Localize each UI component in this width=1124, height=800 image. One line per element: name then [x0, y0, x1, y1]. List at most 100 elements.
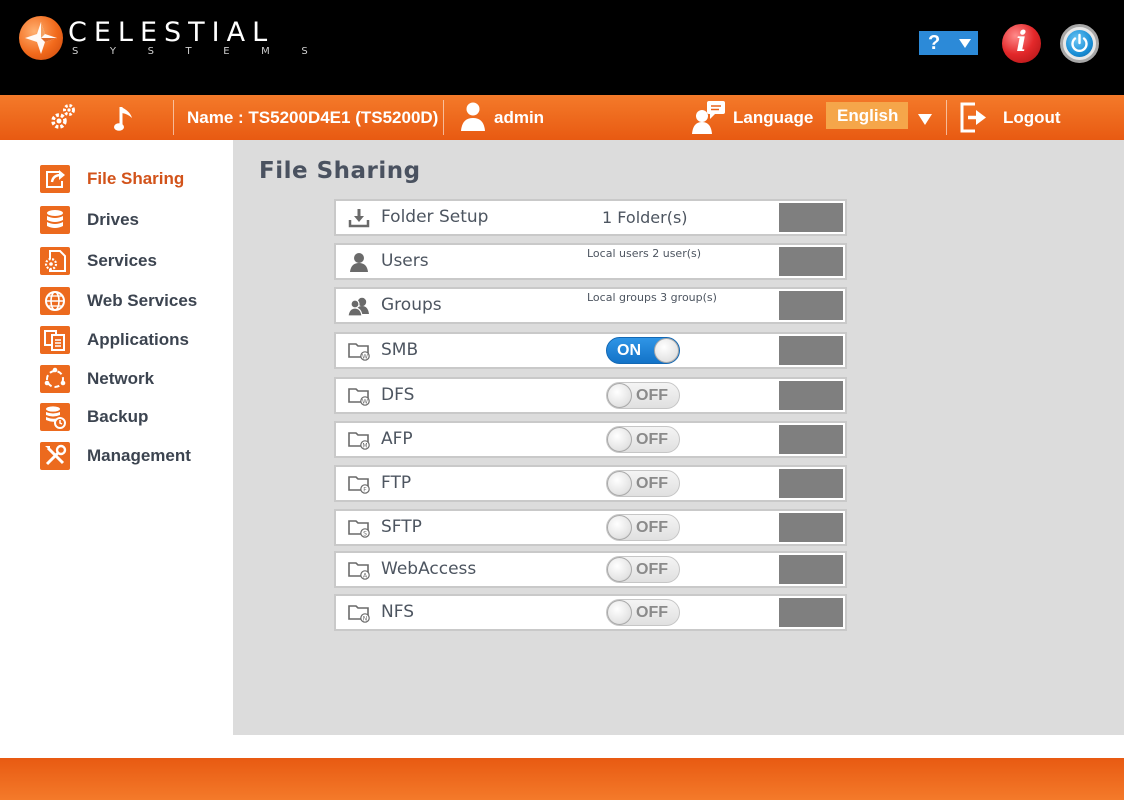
- toggle-knob: [654, 338, 679, 363]
- afp-toggle[interactable]: OFF: [606, 426, 680, 453]
- sftp-toggle[interactable]: OFF: [606, 514, 680, 541]
- folder-setup-button[interactable]: [779, 203, 843, 232]
- toggle-state: OFF: [636, 519, 668, 536]
- list-item: A WebAccess OFF: [334, 551, 847, 588]
- main-toolbar: Name : TS5200D4E1 (TS5200D) admin Langua…: [0, 95, 1124, 140]
- row-label: SMB: [381, 340, 419, 360]
- power-button[interactable]: [1060, 24, 1099, 63]
- group-icon: [347, 296, 370, 317]
- sftp-settings-button[interactable]: [779, 513, 843, 542]
- device-name: Name : TS5200D4E1 (TS5200D): [187, 108, 439, 127]
- globe-icon: [40, 287, 70, 315]
- list-item: Folder Setup 1 Folder(s): [334, 199, 847, 236]
- list-item: Groups Local groups 3 group(s): [334, 287, 847, 324]
- ftp-toggle[interactable]: OFF: [606, 470, 680, 497]
- webaccess-settings-button[interactable]: [779, 555, 843, 584]
- sidebar-item-label: Network: [87, 369, 155, 388]
- page-title: File Sharing: [259, 158, 421, 184]
- toggle-state: OFF: [636, 604, 668, 621]
- help-button[interactable]: ?: [919, 31, 978, 55]
- toggle-knob: [607, 471, 632, 496]
- services-icon: [40, 247, 70, 275]
- power-icon: [1066, 30, 1093, 57]
- smb-settings-button[interactable]: [779, 336, 843, 365]
- toggle-knob: [607, 600, 632, 625]
- toggle-knob: [607, 557, 632, 582]
- language-label: Language: [733, 108, 814, 127]
- brand-name: CELESTIAL: [68, 17, 275, 48]
- tools-icon: [40, 442, 70, 470]
- row-label: NFS: [381, 602, 414, 622]
- toggle-state: OFF: [636, 475, 668, 492]
- gears-icon[interactable]: [46, 95, 80, 140]
- sidebar-item-label: Applications: [87, 330, 190, 349]
- info-icon: i: [1016, 25, 1027, 58]
- folder-n-icon: N: [348, 603, 370, 623]
- folder-w-icon: W: [348, 386, 370, 406]
- dfs-toggle[interactable]: OFF: [606, 382, 680, 409]
- groups-button[interactable]: [779, 291, 843, 320]
- user-icon: [459, 95, 487, 140]
- list-item: N NFS OFF: [334, 594, 847, 631]
- folder-s-icon: S: [348, 518, 370, 538]
- sidebar: File Sharing Drives Services Web Service…: [0, 140, 233, 735]
- applications-icon: [40, 326, 70, 354]
- users-button[interactable]: [779, 247, 843, 276]
- afp-settings-button[interactable]: [779, 425, 843, 454]
- nfs-settings-button[interactable]: [779, 598, 843, 627]
- smb-toggle[interactable]: ON: [606, 337, 680, 364]
- sidebar-item-backup[interactable]: Backup: [40, 403, 220, 433]
- toggle-knob: [607, 383, 632, 408]
- sidebar-item-label: File Sharing: [87, 169, 185, 188]
- toolbar-divider: [173, 100, 174, 135]
- logout-icon[interactable]: [958, 95, 990, 140]
- language-select[interactable]: English: [826, 102, 908, 129]
- list-item: F FTP OFF: [334, 465, 847, 502]
- user-icon: [348, 252, 370, 272]
- sidebar-item-web-services[interactable]: Web Services: [40, 287, 220, 317]
- top-header: CELESTIAL S Y S T E M S ? i: [0, 0, 1124, 95]
- row-label: SFTP: [381, 517, 422, 537]
- share-icon: [40, 165, 70, 193]
- webaccess-toggle[interactable]: OFF: [606, 556, 680, 583]
- sidebar-item-label: Drives: [87, 210, 139, 229]
- svg-text:M: M: [362, 443, 367, 450]
- logout-button[interactable]: Logout: [1003, 95, 1061, 140]
- sidebar-item-network[interactable]: Network: [40, 365, 220, 395]
- ftp-settings-button[interactable]: [779, 469, 843, 498]
- toolbar-divider: [443, 100, 444, 135]
- sidebar-item-label: Backup: [87, 407, 149, 426]
- sidebar-item-applications[interactable]: Applications: [40, 326, 220, 356]
- toggle-knob: [607, 515, 632, 540]
- row-label: AFP: [381, 429, 413, 449]
- svg-text:F: F: [363, 487, 367, 494]
- nfs-toggle[interactable]: OFF: [606, 599, 680, 626]
- celestial-star-icon: [19, 16, 63, 60]
- toggle-state: OFF: [636, 387, 668, 404]
- row-label: Groups: [381, 295, 442, 315]
- list-item: M AFP OFF: [334, 421, 847, 458]
- info-button[interactable]: i: [1002, 24, 1041, 63]
- network-icon: [40, 365, 70, 393]
- users-count: Local users 2 user(s): [587, 247, 702, 260]
- help-label: ?: [928, 32, 941, 54]
- svg-text:W: W: [362, 399, 368, 406]
- list-item: W SMB ON: [334, 332, 847, 369]
- backup-icon: [40, 403, 70, 431]
- sidebar-item-services[interactable]: Services: [40, 247, 220, 277]
- folder-count: 1 Folder(s): [602, 208, 688, 227]
- row-label: Users: [381, 251, 429, 271]
- toggle-state: OFF: [636, 431, 668, 448]
- toggle-knob: [607, 427, 632, 452]
- folder-m-icon: M: [348, 430, 370, 450]
- sidebar-item-label: Management: [87, 446, 191, 465]
- folder-f-icon: F: [348, 474, 370, 494]
- sidebar-item-file-sharing[interactable]: File Sharing: [40, 165, 220, 195]
- sidebar-item-drives[interactable]: Drives: [40, 206, 220, 236]
- chevron-down-icon[interactable]: [918, 114, 932, 125]
- folder-a-icon: A: [348, 560, 370, 580]
- dfs-settings-button[interactable]: [779, 381, 843, 410]
- sidebar-item-management[interactable]: Management: [40, 442, 220, 472]
- database-icon: [40, 206, 70, 234]
- music-note-icon[interactable]: [112, 95, 138, 140]
